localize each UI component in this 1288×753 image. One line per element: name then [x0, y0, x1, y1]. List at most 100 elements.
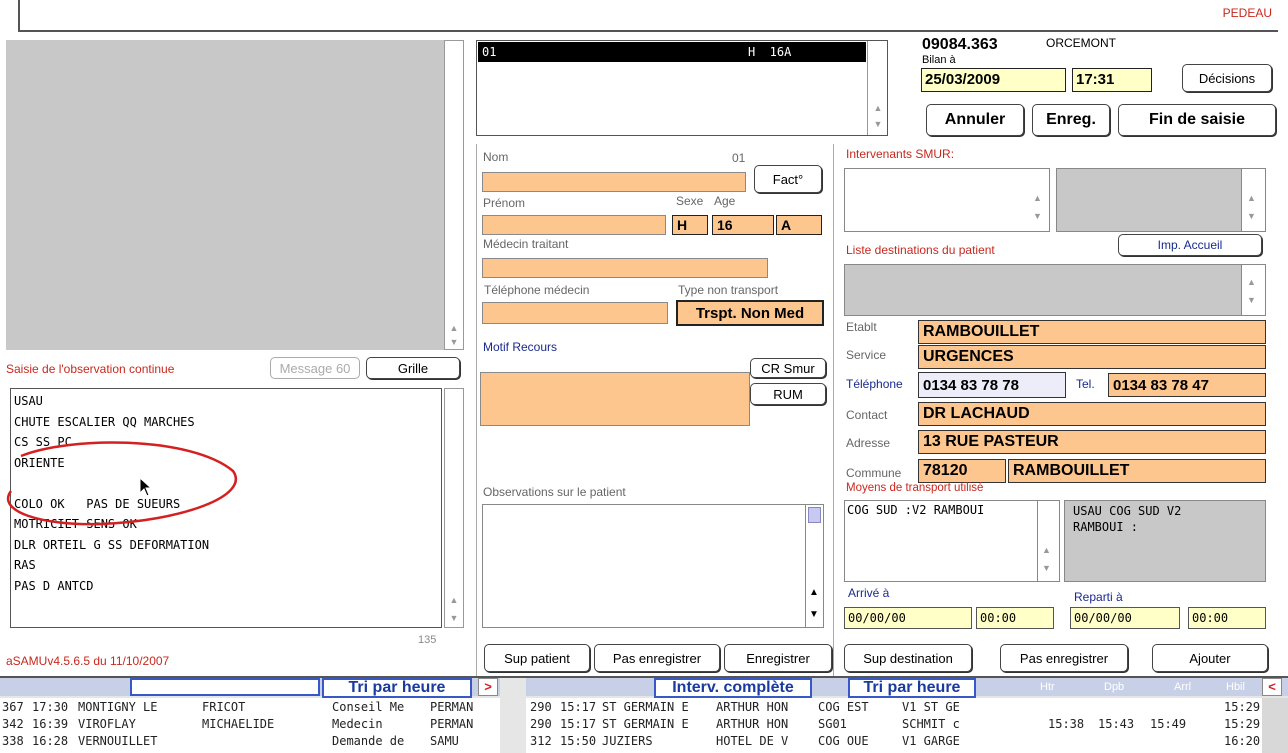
right-tri-par-heure[interactable]: Tri par heure [848, 678, 976, 698]
etablt-field[interactable]: RAMBOUILLET [918, 320, 1266, 344]
col-dpb-header[interactable]: Dpb [1104, 681, 1124, 693]
observation-line: CHUTE ESCALIER QQ MARCHES [14, 414, 195, 429]
scroll-up-icon[interactable]: ▲ [1247, 191, 1256, 205]
col-htr-header[interactable]: Htr [1040, 681, 1055, 693]
observations-scrollbar[interactable]: ▲ ▼ [805, 505, 823, 627]
patient-list[interactable]: 01 H 16A ▲ ▼ [476, 40, 888, 136]
enreg-button[interactable]: Enreg. [1032, 104, 1110, 136]
scroll-up-icon[interactable]: ▲ [447, 321, 461, 335]
scroll-down-icon[interactable]: ▼ [809, 609, 819, 620]
observation-line: USAU [14, 394, 43, 408]
prenom-field[interactable] [482, 215, 666, 235]
scroll-up-icon[interactable]: ▲ [1033, 191, 1042, 205]
right-row-name: HOTEL DE V [716, 734, 789, 748]
message-60-button[interactable]: Message 60 [270, 357, 360, 379]
enregistrer-patient-button[interactable]: Enregistrer [724, 644, 832, 672]
nom-field[interactable] [482, 172, 746, 192]
scroll-up-icon[interactable]: ▲ [1247, 275, 1256, 289]
scroll-down-icon[interactable]: ▼ [1247, 209, 1256, 223]
scroll-down-icon[interactable]: ▼ [1247, 293, 1256, 307]
bottom-scrollbar[interactable] [1262, 698, 1288, 753]
decisions-button[interactable]: Décisions [1182, 64, 1272, 92]
scroll-down-icon[interactable]: ▼ [447, 611, 461, 625]
motif-recours-field[interactable] [480, 372, 750, 426]
imp-accueil-button[interactable]: Imp. Accueil [1118, 234, 1262, 256]
scroll-down-icon[interactable]: ▼ [1033, 209, 1042, 223]
moyens-left-scrollbar[interactable]: ▲ ▼ [1037, 501, 1059, 581]
right-list-arrow[interactable]: < [1262, 678, 1282, 696]
left-row-time: 16:28 [32, 734, 69, 748]
left-list-arrow[interactable]: > [478, 678, 498, 696]
scroll-down-icon[interactable]: ▼ [1042, 561, 1051, 575]
pas-enregistrer-patient-button[interactable]: Pas enregistrer [594, 644, 720, 672]
bilan-label: Bilan à [922, 54, 956, 66]
contact-field[interactable]: DR LACHAUD [918, 402, 1266, 426]
service-field[interactable]: URGENCES [918, 345, 1266, 369]
bilan-date-field[interactable]: 25/03/2009 [921, 68, 1066, 92]
telephone-field[interactable]: 0134 83 78 78 [918, 372, 1066, 398]
arrive-time-field[interactable]: 00:00 [976, 607, 1054, 629]
destinations-scrollbar[interactable]: ▲ ▼ [1241, 265, 1265, 315]
liste-destinations-label: Liste destinations du patient [846, 243, 995, 257]
grille-button[interactable]: Grille [366, 357, 460, 379]
type-non-transport-field[interactable]: Trspt. Non Med [676, 300, 824, 326]
intervenants-list-right[interactable]: ▲ ▼ [1056, 168, 1266, 232]
left-blank-header[interactable] [130, 678, 320, 696]
observation-textarea[interactable]: USAU CHUTE ESCALIER QQ MARCHES CS SS PC ORI… [7, 388, 442, 628]
sup-destination-button[interactable]: Sup destination [844, 644, 972, 672]
left-tri-par-heure[interactable]: Tri par heure [322, 678, 472, 698]
left-row-city: VIROFLAY [78, 717, 136, 731]
code-postal-field[interactable]: 78120 [918, 459, 1006, 483]
right-row-vehicle: SCHMIT c [902, 717, 960, 731]
sup-patient-button[interactable]: Sup patient [484, 644, 590, 672]
patient-list-row[interactable]: 01 H 16A [478, 42, 866, 62]
moyens-list-right[interactable]: USAU COG SUD V2 RAMBOUI : [1064, 500, 1266, 582]
intervenants-list-left[interactable]: ▲ ▼ [844, 168, 1050, 232]
right-row-unit: COG EST [818, 700, 869, 714]
tel-field[interactable]: 0134 83 78 47 [1108, 373, 1266, 397]
scroll-up-icon[interactable]: ▲ [1042, 543, 1051, 557]
cr-smur-button[interactable]: CR Smur [750, 358, 826, 378]
medecin-field[interactable] [482, 258, 768, 278]
scroll-up-icon[interactable]: ▲ [871, 101, 885, 115]
scroll-up-icon[interactable]: ▲ [809, 587, 819, 598]
etablt-label: Etablt [846, 320, 877, 334]
moyens-list-left[interactable]: COG SUD :V2 RAMBOUI ▲ ▼ [844, 500, 1060, 582]
col-arrl-header[interactable]: Arrl [1174, 681, 1191, 693]
age-unit-field[interactable]: A [776, 215, 822, 235]
reparti-date-field[interactable]: 00/00/00 [1070, 607, 1180, 629]
age-field[interactable]: 16 [712, 215, 774, 235]
destinations-list[interactable]: ▲ ▼ [844, 264, 1266, 316]
annuler-button[interactable]: Annuler [926, 104, 1024, 136]
col-hbil-header[interactable]: Hbil [1226, 681, 1245, 693]
bilan-time-field[interactable]: 17:31 [1072, 68, 1152, 92]
interv-complete-header[interactable]: Interv. complète [654, 678, 812, 698]
scroll-down-icon[interactable]: ▼ [871, 117, 885, 131]
scroll-up-icon[interactable]: ▲ [447, 593, 461, 607]
intervenants-right-scrollbar[interactable]: ▲ ▼ [1241, 169, 1265, 231]
observations-patient-label: Observations sur le patient [483, 485, 626, 499]
arrive-date-field[interactable]: 00/00/00 [844, 607, 972, 629]
adresse-field[interactable]: 13 RUE PASTEUR [918, 430, 1266, 454]
commune-field[interactable]: RAMBOUILLET [1008, 459, 1266, 483]
top-strip: PEDEAU [0, 0, 1288, 32]
sexe-field[interactable]: H [672, 215, 708, 235]
fact-button[interactable]: Fact° [754, 165, 822, 193]
rum-button[interactable]: RUM [750, 383, 826, 405]
right-row-vehicle: V1 GARGE [902, 734, 960, 748]
ajouter-button[interactable]: Ajouter [1152, 644, 1268, 672]
scroll-down-icon[interactable]: ▼ [447, 335, 461, 349]
tel-medecin-field[interactable] [482, 302, 668, 324]
reparti-time-field[interactable]: 00:00 [1188, 607, 1266, 629]
moyens-transport-label: Moyens de transport utilisé [846, 482, 984, 494]
medecin-label: Médecin traitant [483, 237, 569, 251]
image-scrollbar[interactable]: ▲ ▼ [444, 40, 464, 350]
pas-enregistrer-destination-button[interactable]: Pas enregistrer [1000, 644, 1128, 672]
observation-scrollbar[interactable]: ▲ ▼ [444, 388, 464, 628]
observations-patient-field[interactable]: ▲ ▼ [482, 504, 824, 628]
moyen-left-text: COG SUD :V2 RAMBOUI [847, 503, 985, 517]
fin-de-saisie-button[interactable]: Fin de saisie [1118, 104, 1276, 136]
patient-list-scrollbar[interactable]: ▲ ▼ [867, 41, 887, 135]
scroll-thumb-icon[interactable] [808, 507, 821, 523]
right-row-city: ST GERMAIN E [602, 717, 689, 731]
